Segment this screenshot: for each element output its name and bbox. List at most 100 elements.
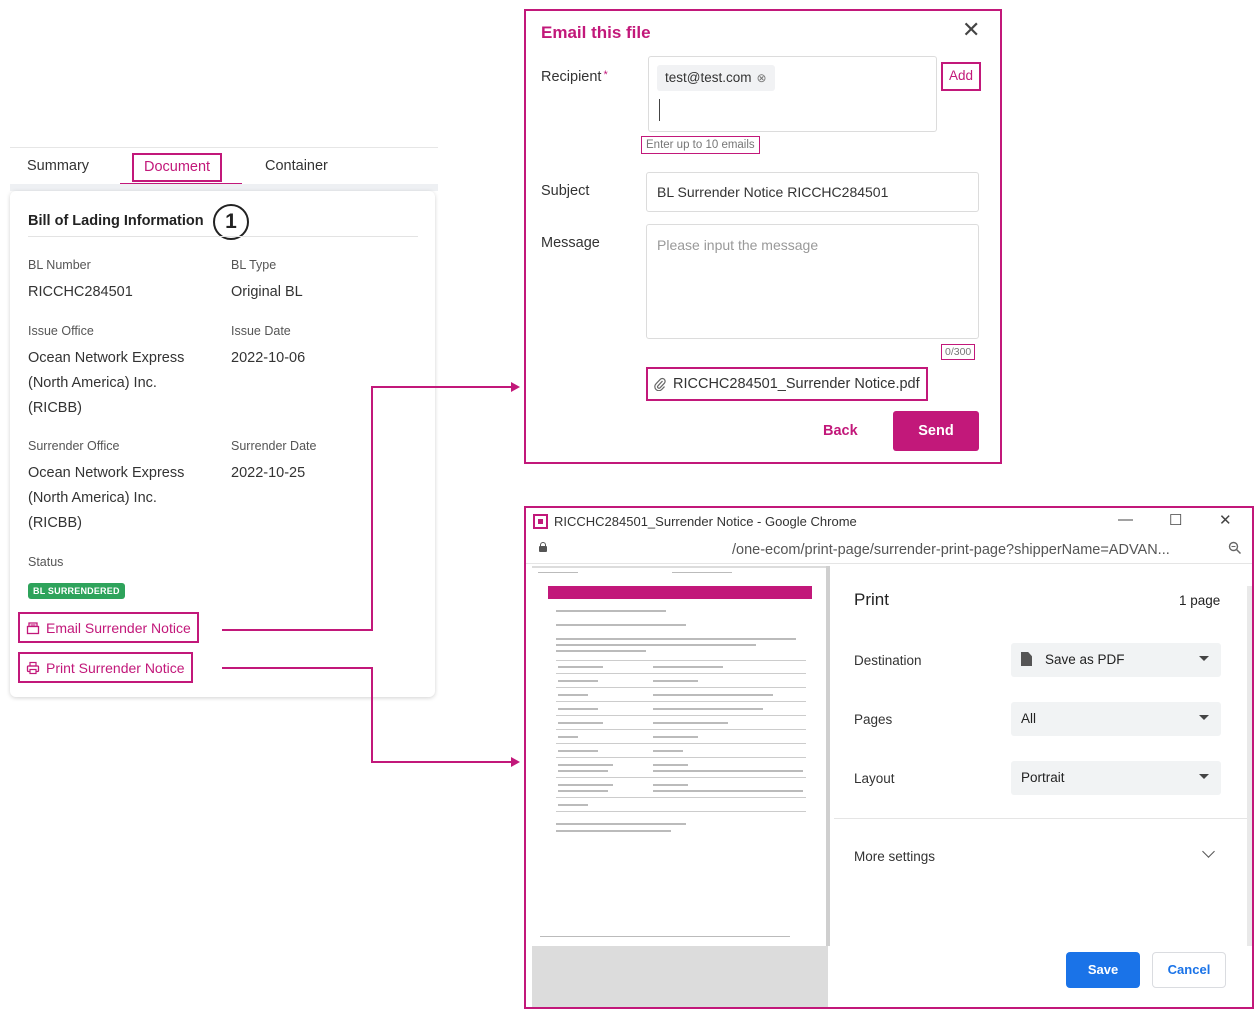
preview-table-rule: [556, 757, 806, 758]
preview-text-line: [556, 830, 671, 832]
pages-select[interactable]: All: [1011, 702, 1221, 736]
preview-table-cell: [558, 680, 598, 682]
preview-table-cell: [558, 736, 578, 738]
close-icon[interactable]: ✕: [962, 19, 980, 41]
bl-type-label: BL Type: [231, 258, 277, 272]
status-label: Status: [28, 555, 64, 569]
email-surrender-notice-button[interactable]: Email Surrender Notice: [18, 612, 199, 643]
print-surrender-notice-button[interactable]: Print Surrender Notice: [18, 652, 193, 683]
message-textarea[interactable]: Please input the message: [646, 224, 979, 339]
preview-table-rule: [556, 811, 806, 812]
cancel-button[interactable]: Cancel: [1152, 952, 1226, 988]
tab-summary[interactable]: Summary: [27, 158, 89, 174]
recipient-chip-email: test@test.com: [665, 70, 752, 85]
step-number-badge: 1: [213, 204, 249, 240]
layout-select[interactable]: Portrait: [1011, 761, 1221, 795]
page-count: 1 page: [1179, 593, 1221, 608]
preview-table-rule: [556, 797, 806, 798]
preview-table-cell: [653, 764, 688, 766]
email-surrender-notice-label: Email Surrender Notice: [46, 619, 191, 636]
surrender-office-line3: (RICBB): [28, 515, 82, 531]
issue-date-label: Issue Date: [231, 324, 291, 338]
more-settings-toggle[interactable]: More settings: [854, 849, 935, 864]
close-window-icon[interactable]: ✕: [1219, 511, 1232, 529]
preview-table-cell: [653, 694, 773, 696]
surrender-date-value: 2022-10-25: [231, 465, 306, 481]
preview-table-rule: [556, 687, 806, 688]
back-button[interactable]: Back: [823, 423, 858, 439]
recipient-label-text: Recipient: [541, 69, 602, 85]
preview-text-line: [556, 610, 666, 612]
tab-bar: Summary Document Container: [10, 147, 438, 185]
issue-office-line1: Ocean Network Express: [28, 350, 185, 366]
card-title: Bill of Lading Information: [28, 213, 204, 229]
preview-table-cell: [653, 722, 728, 724]
preview-text-line: [556, 624, 686, 626]
preview-scrollbar[interactable]: [826, 566, 830, 946]
pages-label: Pages: [854, 712, 893, 727]
preview-table-cell: [653, 736, 698, 738]
destination-select[interactable]: Save as PDF: [1011, 643, 1221, 677]
text-cursor: [659, 99, 660, 121]
preview-page: [532, 568, 826, 946]
tab-document[interactable]: Document: [132, 153, 223, 182]
recipient-input[interactable]: test@test.com ⊗: [648, 56, 937, 132]
bill-of-lading-card: Bill of Lading Information 1 BL Number R…: [10, 191, 435, 697]
email-icon: [26, 621, 40, 634]
chevron-down-icon[interactable]: [1202, 845, 1215, 858]
address-bar[interactable]: /one-ecom/print-page/surrender-print-pag…: [526, 538, 1252, 564]
minimize-icon[interactable]: —: [1118, 511, 1133, 528]
preview-table-cell: [653, 666, 723, 668]
recipient-chip: test@test.com ⊗: [657, 65, 775, 91]
preview-table-cell: [558, 750, 598, 752]
subject-field[interactable]: BL Surrender Notice RICCHC284501: [646, 172, 979, 212]
status-badge: BL SURRENDERED: [28, 583, 125, 599]
email-connector-arrowhead: [511, 382, 520, 392]
message-label: Message: [541, 235, 600, 251]
printer-icon: [26, 661, 40, 674]
preview-table-cell: [653, 770, 803, 772]
dialog-title: Email this file: [541, 23, 651, 42]
chrome-print-window: RICCHC284501_Surrender Notice - Google C…: [524, 506, 1254, 1009]
required-marker: *: [603, 69, 608, 81]
send-button[interactable]: Send: [893, 411, 979, 451]
page-url: /one-ecom/print-page/surrender-print-pag…: [732, 542, 1170, 558]
surrender-date-label: Surrender Date: [231, 439, 317, 453]
preview-table-cell: [558, 770, 608, 772]
preview-table-cell: [653, 680, 698, 682]
surrender-office-line1: Ocean Network Express: [28, 465, 185, 481]
layout-label: Layout: [854, 771, 895, 786]
destination-value: Save as PDF: [1045, 652, 1125, 667]
preview-table-rule: [556, 743, 806, 744]
subject-label: Subject: [541, 183, 590, 199]
preview-header-text: [538, 572, 578, 573]
attachment-link[interactable]: RICCHC284501_Surrender Notice.pdf: [646, 367, 928, 401]
save-button[interactable]: Save: [1066, 952, 1140, 988]
dropdown-arrow-icon: [1199, 715, 1209, 720]
tab-container[interactable]: Container: [265, 158, 328, 174]
remove-recipient-icon[interactable]: ⊗: [756, 71, 766, 85]
preview-table-rule: [556, 701, 806, 702]
surrender-office-label: Surrender Office: [28, 439, 120, 453]
pages-value: All: [1021, 711, 1037, 726]
settings-scrollbar[interactable]: [1247, 586, 1252, 946]
paperclip-icon: [654, 377, 666, 391]
attachment-filename: RICCHC284501_Surrender Notice.pdf: [673, 376, 920, 392]
dropdown-arrow-icon: [1199, 774, 1209, 779]
add-recipient-button[interactable]: Add: [941, 62, 982, 91]
preview-footer-text: [540, 936, 790, 937]
preview-table-cell: [558, 764, 613, 766]
maximize-icon[interactable]: ☐: [1169, 511, 1182, 529]
preview-text-line: [556, 638, 796, 640]
document-icon: [1021, 652, 1032, 666]
preview-text-line: [556, 644, 756, 646]
preview-table-cell: [653, 790, 803, 792]
preview-table-cell: [653, 708, 763, 710]
preview-table-rule: [556, 777, 806, 778]
bl-number-value: RICCHC284501: [28, 284, 133, 300]
preview-table-cell: [653, 784, 688, 786]
preview-table-rule: [556, 729, 806, 730]
zoom-icon[interactable]: [1228, 541, 1242, 555]
preview-document: [548, 580, 812, 922]
preview-document-header: [548, 586, 812, 599]
